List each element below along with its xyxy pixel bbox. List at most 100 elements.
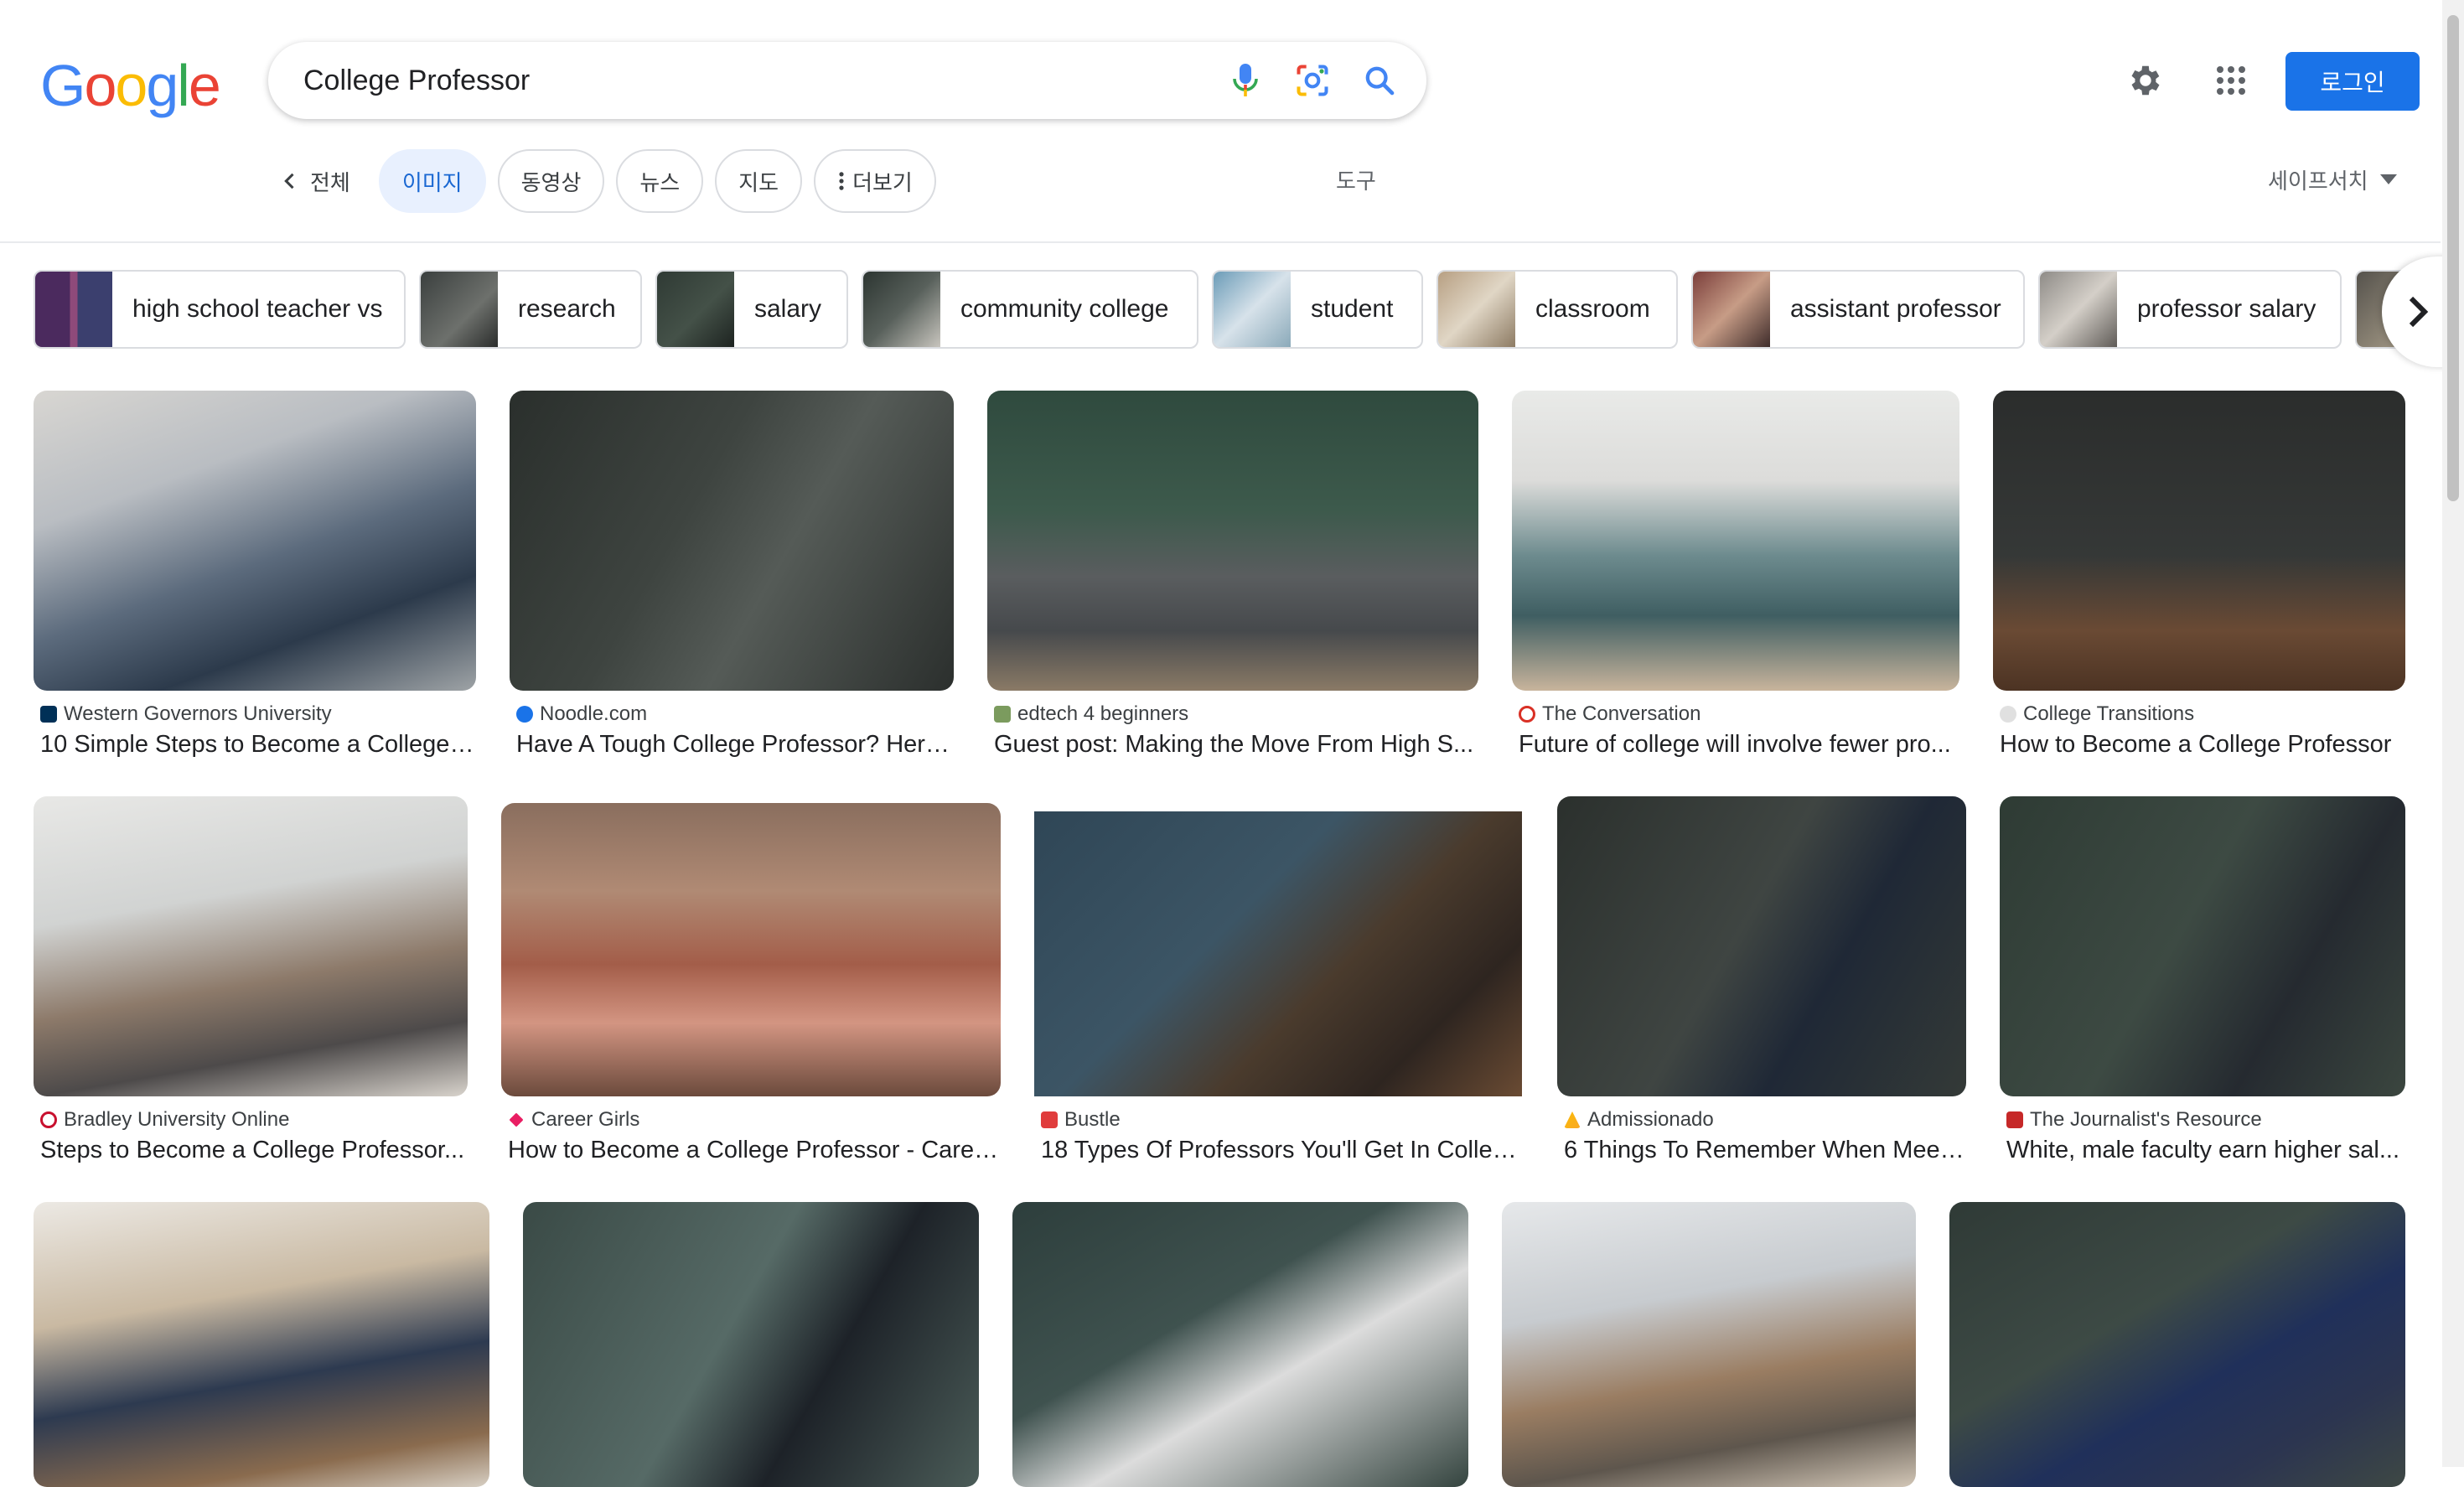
result-source[interactable]: edtech 4 beginners (994, 702, 1188, 726)
chip-community-college[interactable]: community college (862, 270, 1198, 349)
result-source-name: Noodle.com (540, 702, 648, 725)
tab-more[interactable]: 더보기 (814, 149, 936, 213)
result-source[interactable]: The Conversation (1519, 702, 1700, 726)
login-button[interactable]: 로그인 (2285, 52, 2420, 111)
image-result[interactable]: edtech 4 beginners Guest post: Making th… (987, 391, 1478, 768)
result-thumbnail[interactable] (2000, 796, 2405, 1096)
tools-button[interactable]: 도구 (1336, 164, 1376, 195)
search-tabs: 전체 이미지 동영상 뉴스 지도 더보기 (268, 148, 936, 215)
safesearch-label: 세이프서치 (2268, 169, 2368, 194)
image-result[interactable] (1502, 1202, 1916, 1487)
result-title[interactable]: How to Become a College Professor (2000, 731, 2405, 759)
image-result[interactable] (1012, 1202, 1468, 1487)
tab-all[interactable]: 전체 (268, 149, 367, 213)
image-result[interactable]: Career Girls How to Become a College Pro… (501, 796, 1001, 1174)
tab-label: 전체 (310, 170, 350, 196)
result-title[interactable]: 6 Things To Remember When Meet... (1564, 1137, 1966, 1164)
favicon-icon (509, 1112, 524, 1127)
result-title[interactable]: Have A Tough College Professor? Here... (516, 731, 954, 759)
chip-professor-salary[interactable]: professor salary (2038, 270, 2342, 349)
image-result[interactable]: The Journalist's Resource White, male fa… (2000, 796, 2405, 1174)
search-icon[interactable] (1354, 55, 1405, 106)
gear-icon[interactable] (2120, 55, 2171, 106)
result-title[interactable]: Future of college will involve fewer pro… (1519, 731, 1959, 759)
chip-label: student (1311, 295, 1394, 323)
image-result[interactable]: The Conversation Future of college will … (1512, 391, 1959, 768)
chip-label: research (518, 295, 616, 323)
image-result[interactable]: Bradley University Online Steps to Becom… (34, 796, 468, 1174)
result-title[interactable]: How to Become a College Professor - Care… (508, 1137, 1001, 1164)
favicon-icon (40, 1111, 57, 1128)
tab-label: 이미지 (401, 170, 463, 196)
favicon-icon (994, 706, 1011, 723)
image-result[interactable]: Admissionado 6 Things To Remember When M… (1557, 796, 1966, 1174)
chip-student[interactable]: student (1212, 270, 1423, 349)
result-thumbnail[interactable] (1502, 1202, 1916, 1487)
result-source[interactable]: College Transitions (2000, 702, 2194, 726)
chip-thumbnail (2040, 272, 2117, 347)
result-thumbnail[interactable] (523, 1202, 979, 1487)
tab-label: 뉴스 (639, 170, 681, 196)
chip-label: salary (754, 295, 822, 323)
tab-news[interactable]: 뉴스 (616, 149, 704, 213)
mic-icon[interactable] (1220, 55, 1271, 106)
page-scrollbar[interactable] (2442, 0, 2464, 1467)
result-thumbnail[interactable] (1557, 796, 1966, 1096)
chip-thumbnail (35, 272, 112, 347)
chevron-right-icon (2409, 296, 2429, 328)
favicon-icon (1519, 706, 1535, 723)
search-input[interactable]: College Professor (303, 65, 1220, 97)
result-thumbnail[interactable] (1949, 1202, 2405, 1487)
favicon-icon (1564, 1111, 1581, 1128)
search-box[interactable]: College Professor (268, 42, 1426, 119)
result-title[interactable]: 10 Simple Steps to Become a College ... (40, 731, 476, 759)
favicon-icon (2000, 706, 2016, 723)
image-result[interactable]: Western Governors University 10 Simple S… (34, 391, 476, 768)
chip-research[interactable]: research (419, 270, 642, 349)
lens-icon[interactable] (1287, 55, 1338, 106)
image-result[interactable] (34, 1202, 489, 1487)
result-source[interactable]: Noodle.com (516, 702, 647, 726)
result-source[interactable]: Western Governors University (40, 702, 332, 726)
result-source-name: Career Girls (531, 1108, 640, 1131)
result-thumbnail[interactable] (987, 391, 1478, 691)
result-thumbnail[interactable] (1012, 1202, 1468, 1487)
chip-classroom[interactable]: classroom (1436, 270, 1678, 349)
scrollbar-thumb[interactable] (2447, 15, 2459, 501)
chip-salary[interactable]: salary (655, 270, 848, 349)
result-title[interactable]: Guest post: Making the Move From High S.… (994, 731, 1478, 759)
result-thumbnail[interactable] (1993, 391, 2405, 691)
result-thumbnail[interactable] (501, 803, 1001, 1096)
result-thumbnail[interactable] (1512, 391, 1959, 691)
result-source[interactable]: Admissionado (1564, 1108, 1714, 1132)
result-source[interactable]: Career Girls (508, 1108, 639, 1132)
chip-thumbnail (657, 272, 734, 347)
tab-videos[interactable]: 동영상 (497, 149, 605, 213)
image-result[interactable]: Noodle.com Have A Tough College Professo… (510, 391, 954, 768)
chip-high-school-teacher-vs[interactable]: high school teacher vs (34, 270, 406, 349)
result-source-name: edtech 4 beginners (1017, 702, 1189, 725)
result-source[interactable]: Bustle (1041, 1108, 1121, 1132)
image-result[interactable] (523, 1202, 979, 1487)
chip-thumbnail (863, 272, 940, 347)
caret-down-icon (2379, 174, 2397, 184)
google-logo[interactable]: Google (40, 52, 221, 119)
result-title[interactable]: Steps to Become a College Professor... (40, 1137, 468, 1164)
tab-maps[interactable]: 지도 (715, 149, 803, 213)
result-title[interactable]: 18 Types Of Professors You'll Get In Col… (1041, 1137, 1522, 1164)
result-thumbnail[interactable] (34, 391, 476, 691)
apps-grid-icon[interactable] (2206, 55, 2256, 106)
image-result[interactable]: Bustle 18 Types Of Professors You'll Get… (1034, 796, 1522, 1174)
result-thumbnail[interactable] (34, 796, 468, 1096)
image-result[interactable] (1949, 1202, 2405, 1487)
chip-assistant-professor[interactable]: assistant professor (1691, 270, 2025, 349)
safesearch-dropdown[interactable]: 세이프서치 (2268, 164, 2397, 195)
result-title[interactable]: White, male faculty earn higher sal... (2006, 1137, 2405, 1164)
tab-images[interactable]: 이미지 (378, 149, 486, 213)
result-thumbnail[interactable] (1034, 811, 1522, 1096)
result-source[interactable]: The Journalist's Resource (2006, 1108, 2262, 1132)
result-source[interactable]: Bradley University Online (40, 1108, 289, 1132)
result-thumbnail[interactable] (510, 391, 954, 691)
result-thumbnail[interactable] (34, 1202, 489, 1487)
image-result[interactable]: College Transitions How to Become a Coll… (1993, 391, 2405, 768)
